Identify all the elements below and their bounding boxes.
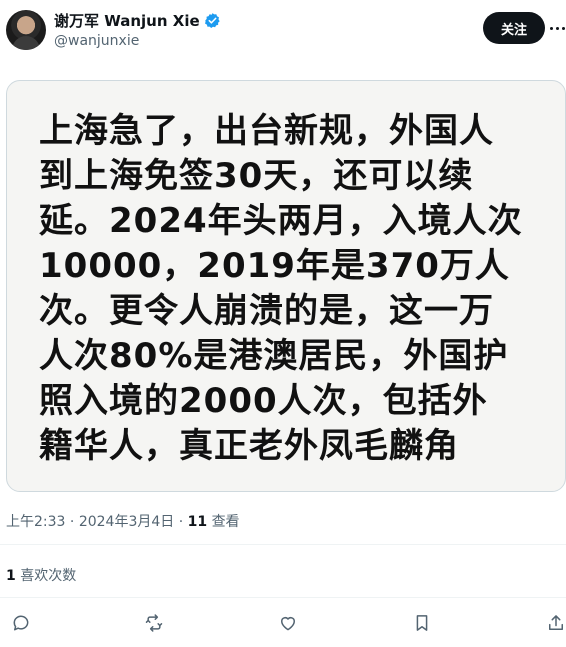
verified-badge-icon [204, 13, 220, 29]
likes-count: 1 [6, 568, 16, 584]
like-icon[interactable] [275, 610, 301, 636]
views-label: 查看 [211, 514, 240, 530]
author-name-row: 谢万军 Wanjun Xie [54, 10, 221, 31]
bookmark-icon[interactable] [409, 610, 435, 636]
meta-separator: · [178, 514, 184, 530]
more-icon[interactable] [548, 18, 566, 38]
tweet-date[interactable]: 2024年3月4日 [79, 514, 174, 530]
tweet-metadata: 上午2:33 · 2024年3月4日 · 11 查看 [6, 511, 240, 531]
author-display-name[interactable]: 谢万军 Wanjun Xie [54, 10, 200, 31]
author-handle[interactable]: @wanjunxie [54, 33, 139, 49]
avatar[interactable] [6, 10, 46, 50]
tweet-time[interactable]: 上午2:33 [6, 514, 65, 530]
divider [0, 544, 566, 545]
tweet-header: 谢万军 Wanjun Xie @wanjunxie 关注 [0, 0, 566, 64]
action-bar [0, 610, 566, 638]
views-count: 11 [187, 514, 208, 530]
share-icon[interactable] [543, 610, 566, 636]
tweet-image[interactable]: 上海急了，出台新规，外国人 到上海免签30天，还可以续 延。2024年头两月，入… [6, 80, 566, 492]
divider [0, 597, 566, 598]
retweet-icon[interactable] [141, 610, 167, 636]
likes-summary[interactable]: 1 喜欢次数 [6, 565, 76, 585]
image-text: 上海急了，出台新规，外国人 到上海免签30天，还可以续 延。2024年头两月，入… [39, 111, 523, 466]
reply-icon[interactable] [8, 610, 34, 636]
meta-separator: · [69, 514, 75, 530]
likes-label: 喜欢次数 [20, 568, 77, 584]
follow-button[interactable]: 关注 [483, 12, 545, 44]
